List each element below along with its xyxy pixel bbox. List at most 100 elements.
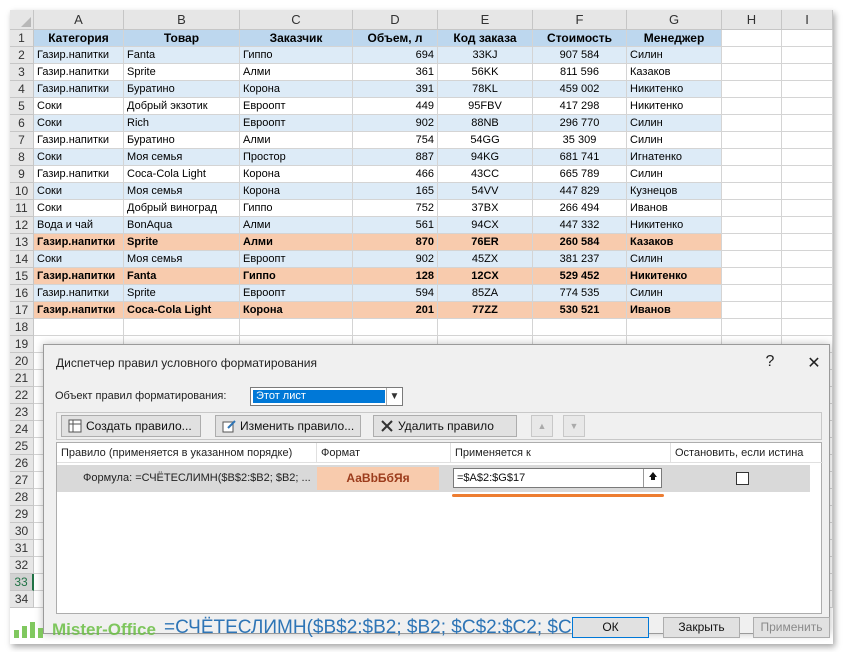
chevron-down-icon[interactable]: ▼ [386,388,402,405]
empty-cell[interactable] [722,30,782,47]
table-cell[interactable]: Соки [34,115,124,132]
table-cell[interactable]: 33KJ [438,47,533,64]
empty-cell[interactable] [722,47,782,64]
table-cell[interactable]: Газир.напитки [34,234,124,251]
table-cell[interactable]: Никитенко [627,81,722,98]
table-cell[interactable]: 902 [353,115,438,132]
table-cell[interactable]: Газир.напитки [34,47,124,64]
table-header-cell[interactable]: Код заказа [438,30,533,47]
edit-rule-button[interactable]: Изменить правило... [215,415,361,437]
table-cell[interactable]: Моя семья [124,149,240,166]
empty-cell[interactable] [722,319,782,336]
table-cell[interactable]: Газир.напитки [34,132,124,149]
table-cell[interactable]: 447 332 [533,217,627,234]
row-header-21[interactable]: 21 [10,370,34,387]
table-cell[interactable]: Буратино [124,81,240,98]
table-cell[interactable]: Fanta [124,47,240,64]
table-cell[interactable]: 361 [353,64,438,81]
table-header-cell[interactable]: Категория [34,30,124,47]
stop-if-true-checkbox[interactable] [736,472,749,485]
empty-cell[interactable] [722,115,782,132]
table-cell[interactable]: 754 [353,132,438,149]
table-cell[interactable]: 529 452 [533,268,627,285]
table-cell[interactable]: Rich [124,115,240,132]
row-header-9[interactable]: 9 [10,166,34,183]
table-cell[interactable]: 54GG [438,132,533,149]
table-cell[interactable]: Силин [627,166,722,183]
row-header-25[interactable]: 25 [10,438,34,455]
table-cell[interactable]: Sprite [124,64,240,81]
table-cell[interactable]: Соки [34,149,124,166]
table-cell[interactable]: Алми [240,217,353,234]
row-header-22[interactable]: 22 [10,387,34,404]
table-cell[interactable]: 78KL [438,81,533,98]
table-cell[interactable]: Корона [240,183,353,200]
table-cell[interactable]: 447 829 [533,183,627,200]
table-cell[interactable]: 266 494 [533,200,627,217]
table-cell[interactable]: Соки [34,251,124,268]
table-cell[interactable]: 391 [353,81,438,98]
empty-cell[interactable] [722,81,782,98]
table-cell[interactable]: 561 [353,217,438,234]
table-cell[interactable]: 35 309 [533,132,627,149]
table-cell[interactable]: Силин [627,285,722,302]
empty-cell[interactable] [722,200,782,217]
table-cell[interactable]: Вода и чай [34,217,124,234]
table-cell[interactable]: Sprite [124,234,240,251]
table-header-cell[interactable]: Менеджер [627,30,722,47]
table-cell[interactable]: Алми [240,234,353,251]
row-header-13[interactable]: 13 [10,234,34,251]
column-header-f[interactable]: F [533,10,627,30]
select-all-corner[interactable] [10,10,34,30]
empty-cell[interactable] [782,64,833,81]
column-header-i[interactable]: I [782,10,833,30]
empty-cell[interactable] [782,217,833,234]
table-cell[interactable]: 43CC [438,166,533,183]
help-icon[interactable]: ? [760,353,780,371]
table-cell[interactable]: Силин [627,251,722,268]
close-icon[interactable]: ✕ [804,353,824,373]
table-cell[interactable]: Гиппо [240,47,353,64]
table-cell[interactable]: Никитенко [627,268,722,285]
table-cell[interactable]: 54VV [438,183,533,200]
empty-cell[interactable] [722,183,782,200]
table-cell[interactable]: Газир.напитки [34,285,124,302]
row-header-15[interactable]: 15 [10,268,34,285]
row-header-24[interactable]: 24 [10,421,34,438]
empty-cell[interactable] [782,149,833,166]
row-header-30[interactable]: 30 [10,523,34,540]
empty-cell[interactable] [722,166,782,183]
empty-cell[interactable] [722,217,782,234]
column-header-g[interactable]: G [627,10,722,30]
table-cell[interactable]: 774 535 [533,285,627,302]
table-cell[interactable]: Казаков [627,64,722,81]
table-cell[interactable]: 37BX [438,200,533,217]
table-cell[interactable]: Корона [240,302,353,319]
table-cell[interactable]: BonAqua [124,217,240,234]
empty-cell[interactable] [782,319,833,336]
table-cell[interactable]: Буратино [124,132,240,149]
table-cell[interactable]: Соки [34,183,124,200]
new-rule-button[interactable]: Создать правило... [61,415,201,437]
table-cell[interactable]: Coca-Cola Light [124,302,240,319]
table-cell[interactable]: 887 [353,149,438,166]
row-header-8[interactable]: 8 [10,149,34,166]
empty-cell[interactable] [722,64,782,81]
table-cell[interactable]: 128 [353,268,438,285]
empty-cell[interactable] [782,98,833,115]
table-cell[interactable]: Sprite [124,285,240,302]
table-cell[interactable]: Газир.напитки [34,166,124,183]
empty-cell[interactable] [782,30,833,47]
table-cell[interactable]: Силин [627,132,722,149]
table-cell[interactable]: Добрый виноград [124,200,240,217]
table-cell[interactable]: Газир.напитки [34,81,124,98]
scope-dropdown[interactable]: Этот лист ▼ [250,387,403,406]
table-cell[interactable]: Соки [34,98,124,115]
column-header-e[interactable]: E [438,10,533,30]
table-cell[interactable]: 165 [353,183,438,200]
table-cell[interactable]: Моя семья [124,251,240,268]
table-cell[interactable]: Евроопт [240,115,353,132]
table-cell[interactable]: 76ER [438,234,533,251]
empty-cell[interactable] [722,251,782,268]
table-cell[interactable]: Корона [240,81,353,98]
